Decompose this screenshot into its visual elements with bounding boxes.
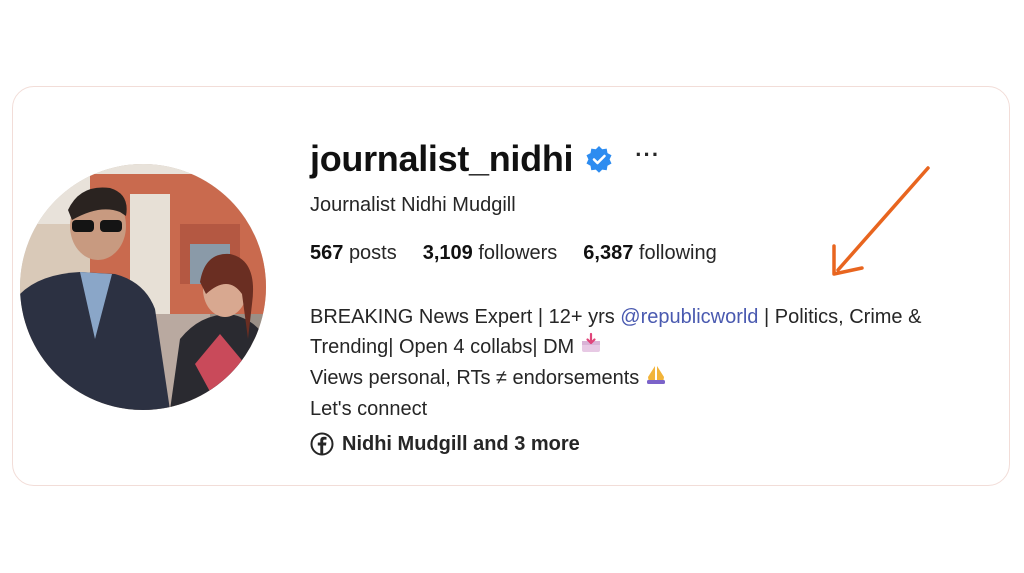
verified-badge-icon [585,145,613,173]
bio-line-2-text: Trending| Open 4 collabs| DM [310,336,580,358]
facebook-icon [310,432,334,456]
username-row: journalist_nidhi ··· [310,136,660,182]
bio-line-1-suffix: | Politics, Crime & [758,306,922,328]
posts-stat[interactable]: 567 posts [310,242,397,265]
avatar[interactable] [20,164,266,410]
bio: BREAKING News Expert | 12+ yrs @republic… [310,302,1000,424]
following-stat[interactable]: 6,387 following [583,242,716,265]
bio-line-4: Let's connect [310,398,428,421]
bio-line-3: Views personal, RTs ≠ endorsements [310,363,1000,394]
linked-accounts-label: Nidhi Mudgill and 3 more [342,432,580,455]
followers-stat[interactable]: 3,109 followers [423,242,558,265]
followers-label: followers [478,242,558,264]
username: journalist_nidhi [310,138,574,179]
inbox-tray-icon [580,332,602,363]
followers-count: 3,109 [422,242,473,264]
avatar-photo [20,164,266,410]
bio-line-1-prefix: BREAKING News Expert | 12+ yrs [310,306,621,328]
posts-label: posts [348,242,397,264]
following-label: following [638,242,717,264]
annotation-arrow-icon [832,166,930,276]
bio-line-2: Trending| Open 4 collabs| DM [310,332,1000,363]
more-options-icon[interactable]: ··· [635,144,660,174]
profile-stats: 567 posts 3,109 followers 6,387 followin… [310,242,743,265]
bio-line-1: BREAKING News Expert | 12+ yrs @republic… [310,302,1000,332]
posts-count: 567 [310,242,344,264]
full-name: Journalist Nidhi Mudgill [310,194,516,216]
bio-line-3-text: Views personal, RTs ≠ endorsements [310,367,645,390]
linked-accounts[interactable]: Nidhi Mudgill and 3 more [310,432,580,456]
following-count: 6,387 [583,242,634,264]
mention-link[interactable]: @republicworld [620,306,758,328]
folded-hands-icon [645,363,667,394]
